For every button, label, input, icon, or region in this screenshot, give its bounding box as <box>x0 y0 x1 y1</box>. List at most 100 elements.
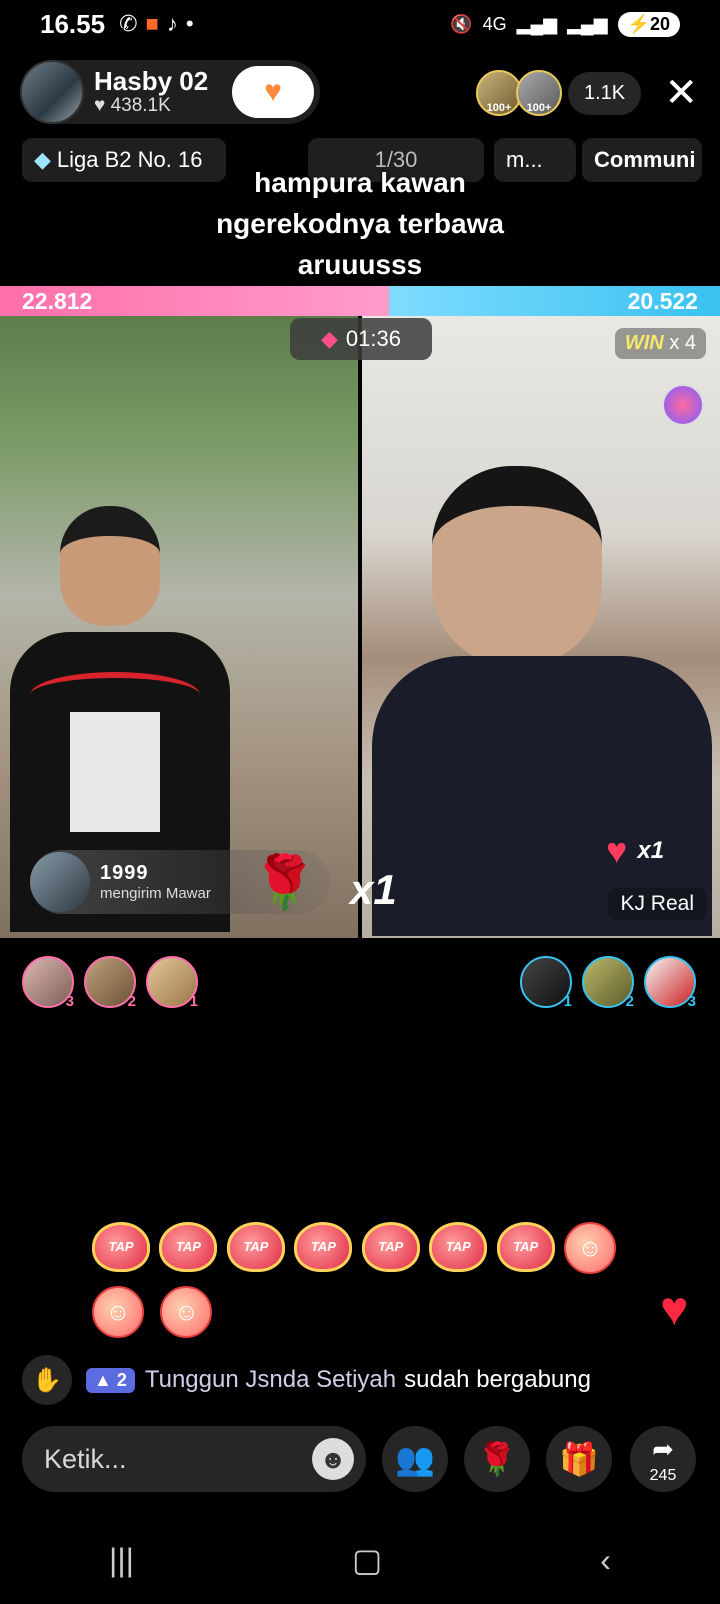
gift-button[interactable]: 🎁 <box>546 1426 612 1492</box>
dot-icon: • <box>185 11 194 36</box>
share-count: 245 <box>649 1466 677 1484</box>
supporter-rank: 3 <box>687 993 696 1010</box>
viewer-count[interactable]: 1.1K <box>568 71 642 115</box>
battle-score-bar: 22.812 20.522 <box>0 286 720 316</box>
rose-icon: 🌹 <box>252 854 317 912</box>
supporter-avatar[interactable]: 1 <box>520 956 572 1010</box>
supporter-rank: 1 <box>189 993 198 1010</box>
gift-sender: 1999 <box>100 862 149 884</box>
joined-text: sudah bergabung <box>404 1366 591 1393</box>
supporter-avatar[interactable]: 3 <box>644 956 696 1010</box>
right-gift: ♥ x1 <box>606 830 664 872</box>
rocket-icon[interactable] <box>662 384 704 426</box>
close-icon[interactable]: ✕ <box>664 70 698 116</box>
win-label: WIN <box>624 332 664 354</box>
win-streak-badge: WIN x 4 <box>614 328 706 359</box>
top-viewer-avatar[interactable]: 100+ <box>516 70 562 116</box>
tap-heart-icon: TAP <box>496 1222 555 1272</box>
home-icon[interactable]: ▢ <box>352 1541 382 1579</box>
wave-icon[interactable]: ✋ <box>22 1355 72 1405</box>
gift-box-icon: 🎁 <box>559 1441 599 1477</box>
supporter-avatar[interactable]: 3 <box>22 956 74 1010</box>
opponent-name[interactable]: KJ Real <box>608 888 706 920</box>
right-gift-multiplier: x1 <box>637 837 665 864</box>
video-icon: ■ <box>145 11 159 36</box>
signal-icon: ▂▄▆ <box>516 13 558 34</box>
love-face-icon: ☺ <box>160 1286 213 1338</box>
overlay-comment: hampura kawan ngerekodnya terbawa aruuus… <box>0 162 720 285</box>
timer-text: 01:36 <box>345 326 401 351</box>
tap-heart-icon: TAP <box>361 1222 420 1272</box>
system-nav-bar: ||| ▢ ‹ <box>0 1530 720 1590</box>
host-likes: ♥ 438.1K <box>94 95 171 116</box>
battery-icon: ⚡20 <box>617 11 680 37</box>
follow-button[interactable]: ♥ 9 <box>232 66 314 118</box>
tiktok-icon: ♪ <box>166 11 178 36</box>
supporter-avatar[interactable]: 2 <box>582 956 634 1010</box>
gift-multiplier: x1 <box>350 866 397 913</box>
supporter-avatar[interactable]: 1 <box>146 956 198 1010</box>
supporters-right: 1 2 3 <box>520 956 696 1010</box>
top-viewers[interactable]: 100+ 100+ 1.1K <box>476 70 642 116</box>
battle-timer: ◆ 01:36 <box>290 318 432 360</box>
viewer-badge-label: 100+ <box>486 102 512 114</box>
gift-action: mengirim Mawar <box>100 885 211 902</box>
status-right: 🔇 4G ▂▄▆ ▂▄▆ ⚡20 <box>450 11 680 37</box>
rose-gift-button[interactable]: 🌹 <box>464 1426 530 1492</box>
supporter-rank: 2 <box>127 993 136 1010</box>
emoji-icon[interactable]: ☻ <box>312 1438 354 1480</box>
tap-heart-icon: TAP <box>92 1222 150 1272</box>
network-label: 4G <box>482 13 507 34</box>
video-left-host[interactable] <box>0 316 358 938</box>
supporter-rank: 3 <box>65 993 74 1010</box>
overlay-comment-line: hampura kawan <box>254 167 466 198</box>
supporter-avatar[interactable]: 2 <box>84 956 136 1010</box>
score-right: 20.522 <box>388 286 720 316</box>
comment-input[interactable]: Ketik... ☻ <box>22 1426 366 1492</box>
tap-heart-icon: TAP <box>294 1222 353 1272</box>
tap-heart-icon: TAP <box>429 1222 488 1272</box>
status-time: 16.55 <box>40 8 106 39</box>
heart-gift-icon: ♥ <box>606 830 628 871</box>
love-face-icon: ☺ <box>564 1222 617 1274</box>
signal-icon-2: ▂▄▆ <box>567 13 608 34</box>
tap-heart-icon: TAP <box>226 1222 285 1272</box>
people-icon: 👥 <box>395 1441 435 1477</box>
supporter-rank: 1 <box>563 993 572 1010</box>
tap-reactions: TAP TAP TAP TAP TAP TAP TAP ☺ ☺ ☺ <box>92 1222 632 1338</box>
mute-icon: 🔇 <box>450 13 473 34</box>
join-notice: ✋ ▲ 2 Tunggun Jsnda Setiyah sudah bergab… <box>22 1355 702 1405</box>
overlay-comment-line: aruuusss <box>297 249 423 280</box>
heart-icon: ♥ <box>264 75 282 108</box>
host-avatar[interactable] <box>20 60 84 124</box>
user-level: 2 <box>116 1369 127 1390</box>
tap-heart-icon: TAP <box>159 1222 218 1272</box>
host-bar[interactable]: Hasby 02 ♥ 438.1K ♥ 9 <box>20 60 320 124</box>
score-left: 22.812 <box>0 286 389 316</box>
status-notification-icons: ✆ ■ ♪ • <box>119 11 193 37</box>
joined-user-name[interactable]: Tunggun Jsnda Setiyah <box>145 1366 396 1394</box>
supporters-left: 3 2 1 <box>22 956 198 1010</box>
like-heart-icon[interactable]: ♥ <box>660 1282 689 1337</box>
gift-sender-avatar <box>30 852 90 912</box>
win-count: x 4 <box>669 332 696 354</box>
recent-apps-icon[interactable]: ||| <box>109 1542 134 1579</box>
follow-count: 9 <box>284 93 292 108</box>
multi-guest-button[interactable]: 👥 <box>382 1426 448 1492</box>
supporter-rank: 2 <box>625 993 634 1010</box>
host-info: Hasby 02 ♥ 438.1K <box>94 67 208 117</box>
overlay-comment-line: ngerekodnya terbawa <box>216 208 504 239</box>
user-level-badge: ▲ 2 <box>86 1367 135 1393</box>
host-name: Hasby 02 <box>94 66 209 96</box>
rose-icon: 🌹 <box>477 1441 517 1477</box>
battery-level: 20 <box>649 13 670 34</box>
status-bar: 16.55 ✆ ■ ♪ • 🔇 4G ▂▄▆ ▂▄▆ ⚡20 <box>0 0 720 48</box>
back-icon[interactable]: ‹ <box>600 1542 611 1579</box>
share-arrow-icon: ➦ <box>652 1433 674 1464</box>
share-button[interactable]: ➦ 245 <box>630 1426 696 1492</box>
whatsapp-icon: ✆ <box>119 11 138 36</box>
battle-icon: ◆ <box>321 326 338 351</box>
comment-placeholder: Ketik... <box>44 1443 127 1474</box>
love-face-icon: ☺ <box>92 1286 144 1338</box>
gift-text: 1999 mengirim Mawar <box>100 862 211 902</box>
